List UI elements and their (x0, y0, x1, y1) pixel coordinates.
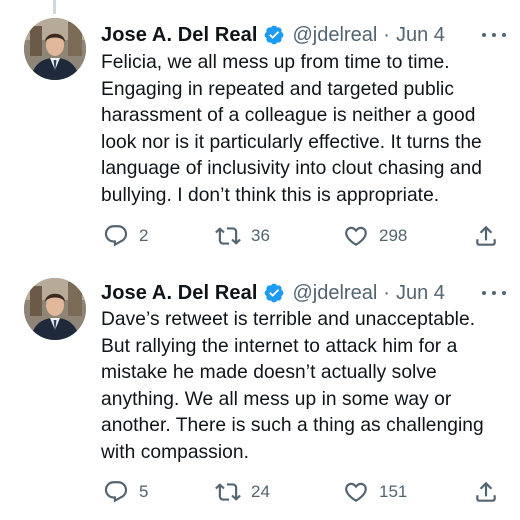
reply-icon (104, 481, 128, 503)
reply-button[interactable]: 5 (103, 479, 148, 505)
tweet-text: Dave’s retweet is terrible and unaccepta… (101, 309, 484, 463)
retweet-count: 36 (251, 226, 270, 245)
more-options-icon[interactable] (482, 26, 506, 44)
like-button[interactable]: 298 (343, 223, 407, 249)
share-icon (476, 225, 496, 246)
display-name[interactable]: Jose A. Del Real (101, 24, 257, 47)
tweet-date[interactable]: Jun 4 (396, 24, 445, 47)
separator-dot: · (383, 281, 390, 304)
heart-icon (345, 482, 367, 502)
tweet-actions: 5 24 151 (103, 479, 501, 505)
retweet-icon (215, 483, 241, 501)
tweet[interactable]: Jose A. Del Real @jdelreal · Jun 4 Felic… (0, 0, 520, 262)
reply-count: 5 (139, 482, 149, 501)
retweet-button[interactable]: 24 (215, 479, 270, 505)
like-button[interactable]: 151 (343, 479, 407, 505)
tweet-date[interactable]: Jun 4 (396, 282, 445, 305)
tweet-header: Jose A. Del Real @jdelreal · Jun 4 (101, 278, 506, 308)
retweet-icon (215, 227, 241, 245)
share-icon (476, 481, 496, 502)
reply-button[interactable]: 2 (103, 223, 148, 249)
tweet-header: Jose A. Del Real @jdelreal · Jun 4 (101, 20, 506, 50)
user-handle[interactable]: @jdelreal (292, 24, 377, 47)
reply-icon (104, 225, 128, 247)
tweet[interactable]: Jose A. Del Real @jdelreal · Jun 4 Dave’… (0, 262, 520, 520)
share-button[interactable] (473, 479, 499, 505)
like-count: 151 (379, 482, 408, 501)
avatar[interactable] (24, 278, 86, 340)
retweet-count: 24 (251, 482, 270, 501)
tweet-thread: Jose A. Del Real @jdelreal · Jun 4 Felic… (0, 0, 520, 520)
verified-badge-icon (263, 24, 285, 46)
more-options-icon[interactable] (482, 284, 506, 302)
reply-count: 2 (139, 226, 149, 245)
retweet-button[interactable]: 36 (215, 223, 270, 249)
share-button[interactable] (473, 223, 499, 249)
user-handle[interactable]: @jdelreal (292, 282, 377, 305)
thread-connector-line (53, 0, 56, 14)
tweet-text: Felicia, we all mess up from time to tim… (101, 52, 482, 206)
heart-icon (345, 226, 367, 246)
verified-badge-icon (263, 282, 285, 304)
display-name[interactable]: Jose A. Del Real (101, 282, 257, 305)
avatar[interactable] (24, 18, 86, 80)
like-count: 298 (379, 226, 408, 245)
separator-dot: · (383, 23, 390, 46)
tweet-actions: 2 36 298 (103, 223, 501, 249)
